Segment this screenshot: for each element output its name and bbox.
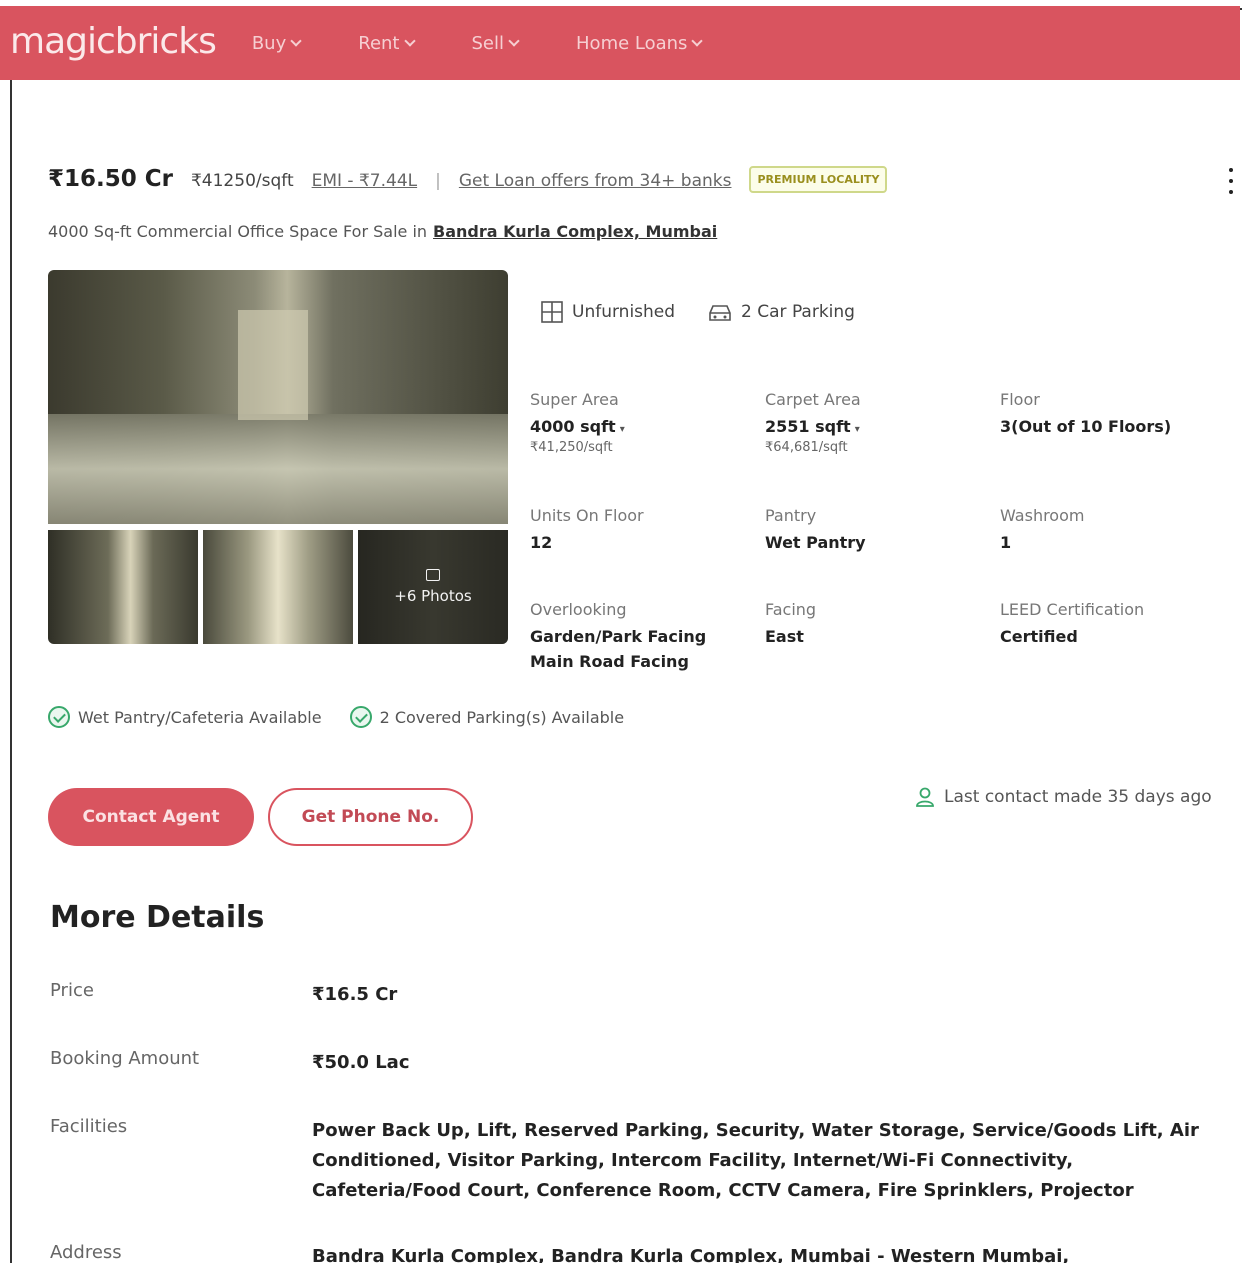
location-link[interactable]: Bandra Kurla Complex, Mumbai — [433, 222, 717, 241]
detail-value: Power Back Up, Lift, Reserved Parking, S… — [312, 1120, 1199, 1201]
furnishing-feature: Unfurnished — [540, 300, 675, 324]
detail-value: Bandra Kurla Complex, Bandra Kurla Compl… — [312, 1246, 1070, 1263]
nav-rent-label: Rent — [358, 32, 400, 54]
spec-overlooking: Overlooking Garden/Park Facing Main Road… — [530, 600, 706, 671]
separator: | — [435, 171, 441, 191]
spec-label: LEED Certification — [1000, 600, 1145, 619]
spec-value: 12 — [530, 533, 553, 552]
listing-title-text: 4000 Sq-ft Commercial Office Space For S… — [48, 222, 428, 241]
detail-label: Address — [50, 1242, 122, 1263]
spec-washroom: Washroom 1 — [1000, 506, 1084, 552]
chevron-down-icon — [508, 34, 520, 47]
last-contact-info: Last contact made 35 days ago — [914, 786, 1212, 808]
spec-label: Overlooking — [530, 600, 627, 619]
price-per-sqft: ₹41250/sqft — [190, 171, 294, 191]
listing-title: 4000 Sq-ft Commercial Office Space For S… — [48, 222, 717, 241]
furniture-icon — [541, 301, 563, 323]
emi-link[interactable]: EMI - ₹7.44L — [312, 171, 418, 191]
top-navbar: magicbricks Buy Rent Sell Home Loans — [0, 6, 1240, 80]
detail-row-address: Address Bandra Kurla Complex, Bandra Kur… — [50, 1242, 1230, 1263]
spec-value: Garden/Park Facing — [530, 627, 707, 646]
spec-sub: ₹41,250/sqft — [530, 440, 613, 455]
spec-value-2: Main Road Facing — [530, 652, 689, 671]
chevron-down-icon — [691, 34, 704, 47]
chevron-down-icon — [290, 34, 302, 47]
detail-value: ₹16.5 Cr — [312, 984, 398, 1005]
loan-offers-link[interactable]: Get Loan offers from 34+ banks — [459, 171, 732, 191]
thumbnail-photo[interactable] — [203, 530, 353, 644]
furnishing-label: Unfurnished — [572, 302, 676, 322]
detail-label: Facilities — [50, 1116, 128, 1137]
spec-label: Washroom — [1000, 506, 1085, 525]
logo[interactable]: magicbricks — [10, 21, 217, 62]
nav-rent[interactable]: Rent — [358, 32, 416, 54]
spec-value: East — [765, 627, 804, 646]
nav-sell-label: Sell — [471, 32, 505, 54]
detail-row-booking: Booking Amount ₹50.0 Lac — [50, 1048, 1230, 1078]
get-phone-button[interactable]: Get Phone No. — [268, 788, 473, 846]
spec-value[interactable]: 4000 sqft ▾ — [530, 417, 625, 436]
availability-label: Wet Pantry/Cafeteria Available — [78, 707, 322, 727]
spec-value: Wet Pantry — [765, 533, 866, 552]
parking-feature: 2 Car Parking — [707, 300, 855, 324]
check-circle-icon — [48, 706, 70, 728]
more-photos-thumbnail[interactable]: +6 Photos — [358, 530, 508, 644]
spec-pantry: Pantry Wet Pantry — [765, 506, 866, 552]
nav-buy-label: Buy — [251, 32, 287, 54]
spec-label: Carpet Area — [765, 390, 861, 409]
spec-value: Certified — [1000, 627, 1078, 646]
main-nav: Buy Rent Sell Home Loans — [252, 33, 760, 54]
detail-row-facilities: Facilities Power Back Up, Lift, Reserved… — [50, 1116, 1230, 1206]
spec-label: Floor — [1000, 390, 1040, 409]
thumbnail-photo[interactable] — [48, 530, 198, 644]
spec-facing: Facing East — [765, 600, 816, 646]
availability-item: 2 Covered Parking(s) Available — [349, 706, 625, 728]
availability-list: Wet Pantry/Cafeteria Available 2 Covered… — [48, 706, 624, 728]
spec-super-area: Super Area 4000 sqft ▾ ₹41,250/sqft — [530, 390, 625, 455]
spec-label: Pantry — [765, 506, 817, 525]
spec-sub: ₹64,681/sqft — [765, 440, 848, 455]
car-icon — [709, 305, 731, 321]
spec-carpet-area: Carpet Area 2551 sqft ▾ ₹64,681/sqft — [765, 390, 861, 455]
more-photos-label: +6 Photos — [394, 587, 472, 605]
nav-home-loans-label: Home Loans — [576, 32, 688, 54]
detail-value: ₹50.0 Lac — [312, 1052, 410, 1073]
check-circle-icon — [349, 706, 372, 728]
detail-label: Booking Amount — [50, 1048, 200, 1069]
spec-value: 3(Out of 10 Floors) — [1000, 417, 1172, 436]
spec-value: 1 — [1000, 533, 1012, 552]
spec-floor: Floor 3(Out of 10 Floors) — [1000, 390, 1171, 436]
availability-label: 2 Covered Parking(s) Available — [379, 707, 625, 727]
photo-gallery: +6 Photos — [48, 270, 508, 644]
spec-value[interactable]: 2551 sqft ▾ — [765, 417, 861, 436]
price: ₹16.50 Cr — [48, 166, 173, 192]
spec-leed: LEED Certification Certified — [1000, 600, 1144, 646]
detail-label: Price — [50, 980, 94, 1001]
spec-label: Units On Floor — [530, 506, 644, 525]
chevron-down-icon — [403, 34, 416, 47]
more-options-icon[interactable] — [1226, 168, 1236, 194]
image-icon — [426, 569, 440, 581]
feature-row: Unfurnished 2 Car Parking — [540, 300, 855, 324]
premium-locality-badge: PREMIUM LOCALITY — [749, 166, 888, 193]
parking-label: 2 Car Parking — [741, 302, 855, 322]
spec-units-on-floor: Units On Floor 12 — [530, 506, 644, 552]
contact-agent-button[interactable]: Contact Agent — [48, 788, 254, 846]
availability-item: Wet Pantry/Cafeteria Available — [48, 706, 322, 728]
price-line: ₹16.50 Cr ₹41250/sqft EMI - ₹7.44L | Get… — [48, 166, 888, 193]
detail-row-price: Price ₹16.5 Cr — [50, 980, 1230, 1010]
main-photo[interactable] — [48, 270, 508, 524]
more-details-title: More Details — [50, 900, 265, 935]
nav-sell[interactable]: Sell — [471, 32, 520, 54]
spec-label: Super Area — [530, 390, 619, 409]
last-contact-label: Last contact made 35 days ago — [944, 787, 1212, 807]
user-icon — [916, 787, 934, 807]
nav-home-loans[interactable]: Home Loans — [576, 32, 704, 54]
spec-label: Facing — [765, 600, 817, 619]
nav-buy[interactable]: Buy — [251, 32, 302, 54]
